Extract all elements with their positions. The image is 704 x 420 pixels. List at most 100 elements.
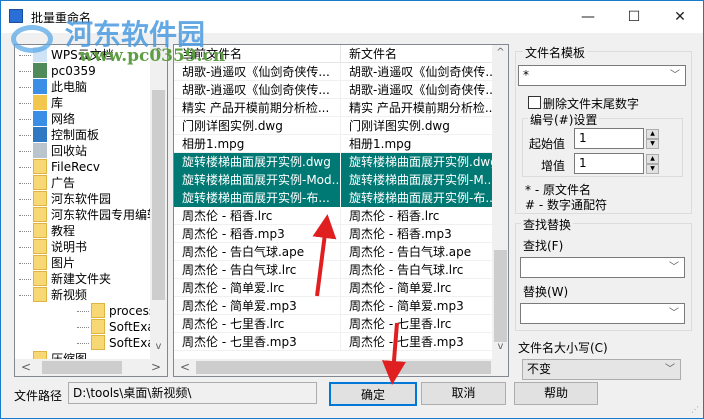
- minimize-button[interactable]: —: [565, 1, 611, 33]
- step-down-icon[interactable]: ▼: [646, 164, 659, 174]
- file-row[interactable]: 周杰伦 - 简单爱.lrc 周杰伦 - 简单爱.lrc: [174, 279, 492, 297]
- start-value-input[interactable]: 1: [574, 128, 644, 149]
- file-row[interactable]: 周杰伦 - 七里香.lrc 周杰伦 - 七里香.lrc: [174, 315, 492, 333]
- find-combo[interactable]: ﹀: [520, 257, 685, 278]
- batch-rename-window: 批量重命名 — ☐ ✕ WPS云文档 pc0359 此电脑库网络 控制面板 回收站 Fil…: [0, 0, 704, 419]
- path-input[interactable]: D:\tools\桌面\新视频\: [68, 382, 317, 404]
- tree-item-label: 图片: [51, 256, 76, 270]
- library-icon: [33, 95, 47, 110]
- scrollbar-thumb[interactable]: [494, 250, 507, 342]
- file-row[interactable]: 周杰伦 - 七里香.mp3 周杰伦 - 七里香.mp3: [174, 333, 492, 351]
- cloud-icon: [33, 47, 47, 62]
- case-label: 文件名大小写(C): [518, 341, 608, 355]
- scroll-left-icon[interactable]: <: [180, 360, 190, 374]
- tree-connector: [19, 231, 31, 232]
- file-row[interactable]: 周杰伦 - 稻香.lrc 周杰伦 - 稻香.lrc: [174, 207, 492, 225]
- tree-connector: [19, 279, 31, 280]
- chevron-down-icon: ﹀: [670, 70, 680, 81]
- window-title: 批量重命名: [31, 11, 92, 25]
- column-header-current[interactable]: 当前文件名: [174, 45, 341, 63]
- file-row[interactable]: 周杰伦 - 简单爱.mp3 周杰伦 - 简单爱.mp3: [174, 297, 492, 315]
- current-filename-cell: 精实 产品开模前期分析检...: [174, 99, 341, 117]
- current-filename-cell: 门刚详图实例.dwg: [174, 117, 341, 135]
- tree-connector: [19, 103, 31, 104]
- help-button[interactable]: 帮助: [514, 382, 598, 405]
- new-filename-cell: 周杰伦 - 七里香.lrc: [349, 317, 452, 331]
- new-filename-cell: 周杰伦 - 简单爱.mp3: [349, 299, 464, 313]
- template-group-label: 文件名模板: [523, 44, 588, 61]
- scrollbar-thumb[interactable]: [42, 361, 122, 374]
- case-combo[interactable]: 不变 ﹀: [522, 359, 681, 380]
- replace-combo[interactable]: ﹀: [520, 303, 685, 324]
- tree-item-label: 河东软件园: [51, 192, 112, 206]
- scroll-right-icon[interactable]: >: [151, 360, 161, 374]
- start-up-icon[interactable]: ▲: [646, 129, 659, 139]
- chevron-down-icon: ﹀: [665, 364, 675, 375]
- tree-item-label: 此电脑: [51, 80, 88, 94]
- scroll-left-icon[interactable]: <: [21, 360, 31, 374]
- step-input[interactable]: 1: [574, 153, 644, 174]
- tree-vertical-scrollbar[interactable]: ^ v: [150, 45, 167, 359]
- find-replace-label: 查找替换: [521, 216, 574, 233]
- current-filename-cell: 胡歌-逍遥叹《仙剑奇侠传...: [174, 81, 341, 99]
- file-row[interactable]: 周杰伦 - 告白气球.ape 周杰伦 - 告白气球.ape: [174, 243, 492, 261]
- tree-item-label: WPS云文档: [51, 48, 114, 62]
- delete-digits-checkbox[interactable]: [528, 96, 541, 109]
- file-row[interactable]: 相册1.mpg 相册1.mpg: [174, 135, 492, 153]
- folder-icon: [91, 319, 105, 334]
- file-row[interactable]: 旋转楼梯曲面展开实例-Mod... 旋转楼梯曲面展开实例-M...: [174, 171, 492, 189]
- new-filename-cell: 周杰伦 - 告白气球.ape: [349, 245, 472, 259]
- tree-item-label: 河东软件园专用编辑: [51, 208, 150, 222]
- ok-button[interactable]: 确定: [329, 382, 417, 406]
- new-filename-cell: 周杰伦 - 稻香.lrc: [349, 209, 440, 223]
- chevron-down-icon: ﹀: [669, 308, 679, 319]
- file-row[interactable]: 旋转楼梯曲面展开实例.dwg 旋转楼梯曲面展开实例.dwg: [174, 153, 492, 171]
- current-filename-cell: 旋转楼梯曲面展开实例.dwg: [174, 153, 341, 171]
- maximize-button[interactable]: ☐: [611, 1, 657, 33]
- tree-horizontal-scrollbar[interactable]: < >: [15, 359, 167, 376]
- new-filename-cell: 周杰伦 - 告白气球.lrc: [349, 263, 464, 277]
- tree-item-label: SoftExamConfig: [109, 320, 150, 334]
- file-list[interactable]: 当前文件名 新文件名 胡歌-逍遥叹《仙剑奇侠传... 胡歌-逍遥叹《仙剑奇侠传..…: [173, 44, 509, 377]
- column-header-new[interactable]: 新文件名: [341, 45, 492, 63]
- current-filename-cell: 胡歌-逍遥叹《仙剑奇侠传...: [174, 63, 341, 81]
- tree-item-label: 广告: [51, 176, 76, 190]
- folder-icon: [33, 255, 47, 270]
- file-row[interactable]: 胡歌-逍遥叹《仙剑奇侠传... 胡歌-逍遥叹《仙剑奇侠传...: [174, 63, 492, 81]
- scrollbar-thumb[interactable]: [152, 90, 165, 300]
- scroll-up-icon[interactable]: ^: [150, 47, 167, 58]
- step-up-icon[interactable]: ▲: [646, 154, 659, 164]
- scroll-down-icon[interactable]: v: [150, 341, 167, 352]
- tree-item-label: 控制面板: [51, 128, 100, 142]
- scroll-down-icon[interactable]: v: [492, 341, 508, 352]
- new-filename-cell: 旋转楼梯曲面展开实例-M...: [341, 171, 492, 189]
- file-row[interactable]: 周杰伦 - 稻香.mp3 周杰伦 - 稻香.mp3: [174, 225, 492, 243]
- close-button[interactable]: ✕: [657, 1, 703, 33]
- file-row[interactable]: 周杰伦 - 告白气球.lrc 周杰伦 - 告白气球.lrc: [174, 261, 492, 279]
- tree-connector: [19, 183, 31, 184]
- resize-grip-icon[interactable]: ⋰: [691, 405, 699, 414]
- tree-connector: [19, 263, 31, 264]
- start-down-icon[interactable]: ▼: [646, 139, 659, 149]
- path-label: 文件路径: [14, 389, 63, 403]
- template-combo[interactable]: * ﹀: [518, 65, 686, 86]
- list-vertical-scrollbar[interactable]: ^ v: [492, 45, 508, 359]
- file-row[interactable]: 门刚详图实例.dwg 门刚详图实例.dwg: [174, 117, 492, 135]
- cancel-button[interactable]: 取消: [421, 382, 506, 405]
- file-row[interactable]: 胡歌-逍遥叹《仙剑奇侠传... 胡歌-逍遥叹《仙剑奇侠传...: [174, 81, 492, 99]
- tree-item-label: 新建文件夹: [51, 272, 112, 286]
- folder-icon: [33, 223, 47, 238]
- tree-connector: [19, 167, 31, 168]
- delete-digits-label[interactable]: 删除文件末尾数字: [543, 95, 639, 112]
- file-row[interactable]: 精实 产品开模前期分析检... 精实 产品开模前期分析检...: [174, 99, 492, 117]
- control-panel-icon: [33, 127, 47, 142]
- folder-icon: [91, 335, 105, 350]
- scrollbar-thumb[interactable]: [196, 361, 491, 374]
- tree-connector: [19, 135, 31, 136]
- template-value: *: [523, 68, 529, 82]
- folder-tree[interactable]: WPS云文档 pc0359 此电脑库网络 控制面板 回收站 FileRecv 广告 河东软件园…: [14, 44, 168, 377]
- list-horizontal-scrollbar[interactable]: <: [174, 359, 508, 376]
- scroll-up-icon[interactable]: ^: [492, 47, 508, 58]
- tree-item-label: processed: [109, 304, 150, 318]
- file-row[interactable]: 旋转楼梯曲面展开实例-布... 旋转楼梯曲面展开实例-布...: [174, 189, 492, 207]
